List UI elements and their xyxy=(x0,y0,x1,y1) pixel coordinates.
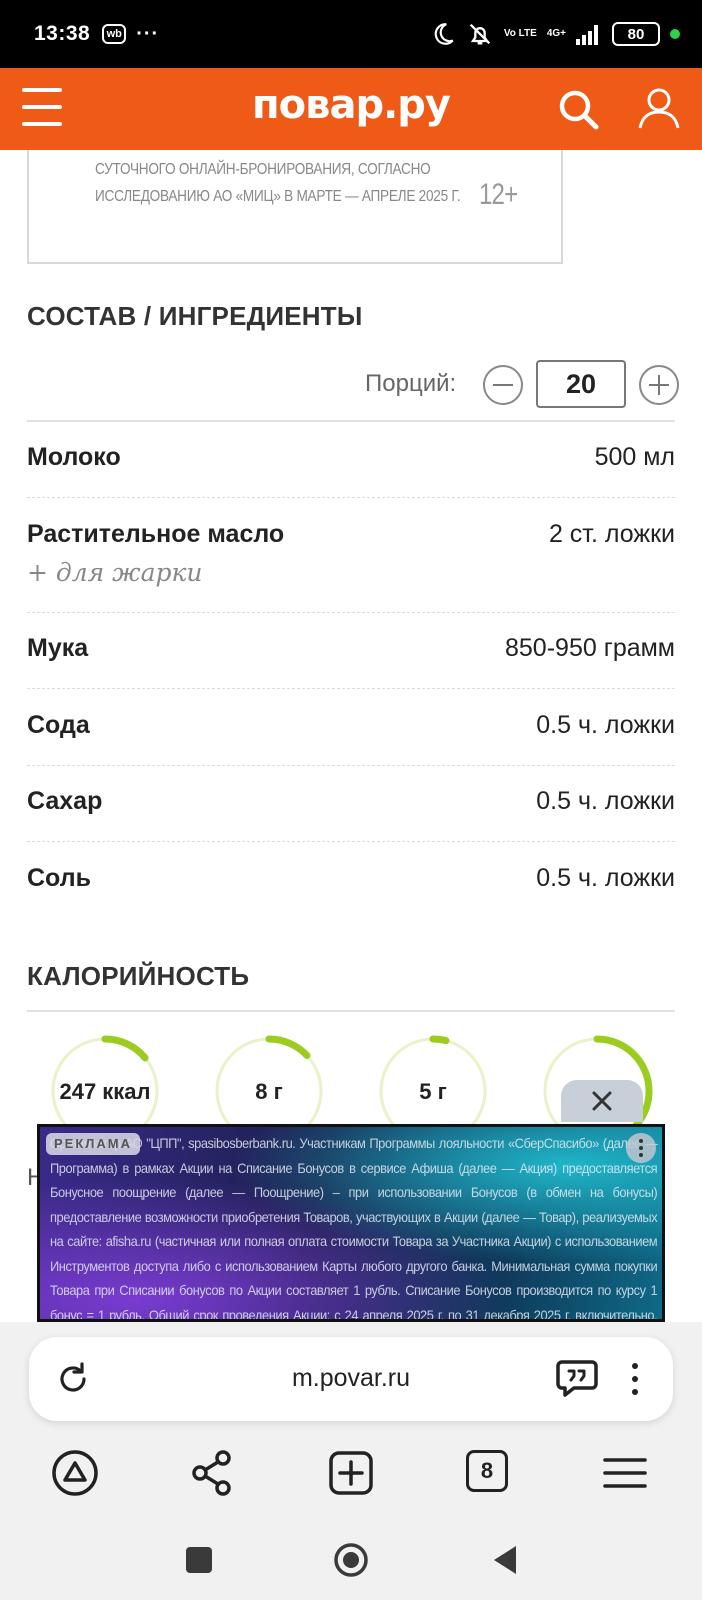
nutrition-value: 247 ккал xyxy=(59,1079,151,1104)
site-header: повар.ру xyxy=(0,68,702,150)
back-icon[interactable] xyxy=(490,1543,520,1577)
user-icon[interactable] xyxy=(635,84,683,132)
more-notifications-icon: ··· xyxy=(136,22,160,45)
ad-legal-text: Организатор АО "ЦПП", spasibosberbank.ru… xyxy=(50,1135,658,1322)
close-icon xyxy=(592,1091,612,1111)
privacy-dot-icon xyxy=(670,29,680,39)
age-rating: 12+ xyxy=(479,178,518,211)
menu-icon[interactable] xyxy=(600,1448,650,1498)
nutrition-value: 5 г xyxy=(419,1079,447,1104)
wb-app-icon: wb xyxy=(102,24,127,44)
volte-badge: Vo LTE xyxy=(503,28,537,39)
nutrition-value: 8 г xyxy=(255,1079,283,1104)
divider xyxy=(27,612,675,613)
ad-banner[interactable]: Организатор АО "ЦПП", spasibosberbank.ru… xyxy=(37,1124,665,1322)
divider xyxy=(27,497,675,498)
tabs-icon[interactable]: 8 xyxy=(466,1450,508,1492)
reload-icon[interactable] xyxy=(55,1361,91,1397)
divider xyxy=(27,420,675,422)
ingredient-note: + для жарки xyxy=(27,558,203,587)
search-icon[interactable] xyxy=(555,86,603,134)
home-icon[interactable] xyxy=(333,1542,369,1578)
hamburger-icon[interactable] xyxy=(22,88,62,126)
ingredient-qty: 0.5 ч. ложки xyxy=(536,864,675,892)
ingredient-qty: 850-950 грамм xyxy=(505,634,675,662)
new-tab-icon[interactable] xyxy=(326,1448,376,1498)
alice-icon[interactable] xyxy=(50,1448,100,1498)
ingredient-name: Растительное масло xyxy=(27,520,285,548)
divider xyxy=(27,1010,675,1012)
recents-icon[interactable] xyxy=(186,1547,212,1573)
ingredient-name: Молоко xyxy=(27,443,121,471)
servings-control: Порций: 20 xyxy=(0,357,702,411)
more-vertical-icon[interactable] xyxy=(626,1133,656,1163)
ad-badge: РЕКЛАМА xyxy=(46,1133,141,1155)
ingredient-qty: 2 ст. ложки xyxy=(548,520,675,548)
calories-title: КАЛОРИЙНОСТЬ xyxy=(27,961,250,991)
quote-bubble-icon[interactable] xyxy=(556,1359,598,1397)
ingredient-name: Сода xyxy=(27,711,90,739)
battery-indicator: 80 xyxy=(612,22,660,46)
promo-text: СУТОЧНОГО ОНЛАЙН-БРОНИРОВАНИЯ, СОГЛАСНО … xyxy=(95,161,461,205)
divider xyxy=(27,688,675,689)
ingredient-qty: 0.5 ч. ложки xyxy=(536,787,675,815)
ingredient-qty: 500 мл xyxy=(594,443,675,471)
ingredients-title: СОСТАВ / ИНГРЕДИЕНТЫ xyxy=(27,301,363,331)
address-bar[interactable]: m.povar.ru xyxy=(29,1337,673,1421)
servings-input[interactable]: 20 xyxy=(536,360,626,408)
ingredient-name: Сахар xyxy=(27,787,103,815)
divider xyxy=(27,765,675,766)
increase-servings-button[interactable] xyxy=(639,365,679,405)
ingredient-qty: 0.5 ч. ложки xyxy=(536,711,675,739)
divider xyxy=(27,841,675,842)
decrease-servings-button[interactable] xyxy=(483,365,523,405)
ingredient-name: Мука xyxy=(27,634,89,662)
close-ad-button[interactable] xyxy=(561,1080,643,1122)
network-type: 4G+ xyxy=(546,28,566,39)
alarm-off-icon xyxy=(469,23,491,45)
share-icon[interactable] xyxy=(187,1448,237,1498)
ingredient-name: Соль xyxy=(27,864,91,892)
servings-label: Порций: xyxy=(365,370,457,397)
moon-icon xyxy=(434,23,454,45)
more-vertical-icon[interactable] xyxy=(625,1359,645,1399)
status-time: 13:38 xyxy=(34,22,91,45)
promo-card[interactable]: СУТОЧНОГО ОНЛАЙН-БРОНИРОВАНИЯ, СОГЛАСНО … xyxy=(27,150,563,264)
status-bar: 13:38 wb ··· Vo LTE 4G+ 80 xyxy=(0,0,702,68)
signal-icon xyxy=(576,25,598,45)
